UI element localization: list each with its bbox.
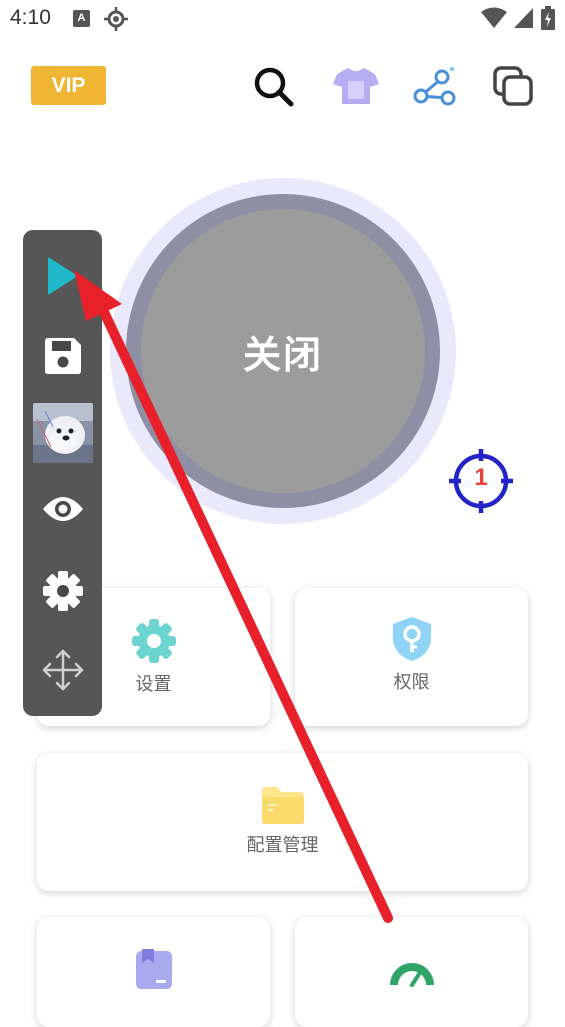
copy-button[interactable] bbox=[490, 63, 536, 109]
share-button[interactable] bbox=[411, 63, 457, 109]
move-handle[interactable] bbox=[23, 648, 102, 692]
location-icon bbox=[103, 6, 129, 36]
toolbar-settings-button[interactable] bbox=[23, 570, 102, 612]
visibility-button[interactable] bbox=[23, 493, 102, 525]
move-icon bbox=[42, 649, 83, 691]
tshirt-icon bbox=[333, 68, 379, 104]
vip-button[interactable]: VIP bbox=[31, 66, 106, 105]
signal-icon bbox=[514, 8, 533, 28]
save-button[interactable] bbox=[23, 335, 102, 377]
copy-icon bbox=[493, 66, 533, 106]
screenshot-thumbnail[interactable] bbox=[23, 403, 102, 463]
wifi-icon bbox=[481, 7, 507, 28]
status-right-icons bbox=[481, 6, 555, 30]
play-icon bbox=[47, 257, 78, 295]
floating-toolbar[interactable] bbox=[23, 230, 102, 716]
gear-icon bbox=[131, 619, 176, 663]
bookmark-card[interactable] bbox=[37, 917, 270, 1027]
gear-icon bbox=[42, 571, 83, 611]
search-icon bbox=[254, 67, 294, 107]
bookmark-icon bbox=[135, 949, 172, 989]
config-management-card[interactable]: 配置管理 bbox=[37, 753, 528, 891]
settings-label: 设置 bbox=[135, 674, 172, 695]
eye-icon bbox=[42, 497, 83, 521]
main-toggle-button[interactable]: 关闭 bbox=[141, 209, 425, 493]
save-icon bbox=[44, 338, 81, 374]
target-counter-button[interactable]: 1 bbox=[447, 447, 515, 515]
share-icon bbox=[413, 67, 456, 106]
theme-button[interactable] bbox=[333, 63, 379, 109]
play-button[interactable] bbox=[23, 255, 102, 297]
speedometer-icon bbox=[389, 963, 434, 987]
a-notification-icon: A bbox=[73, 10, 90, 27]
shield-key-icon bbox=[392, 617, 431, 661]
permissions-label: 权限 bbox=[393, 672, 430, 693]
status-time: 4:10 bbox=[10, 6, 51, 29]
search-button[interactable] bbox=[250, 63, 296, 109]
folder-icon bbox=[261, 787, 304, 824]
battery-charging-icon bbox=[541, 6, 555, 30]
target-count: 1 bbox=[474, 464, 488, 491]
speed-card[interactable] bbox=[295, 917, 528, 1027]
permissions-card[interactable]: 权限 bbox=[295, 588, 528, 726]
toggle-label: 关闭 bbox=[242, 332, 323, 377]
config-management-label: 配置管理 bbox=[246, 835, 319, 856]
